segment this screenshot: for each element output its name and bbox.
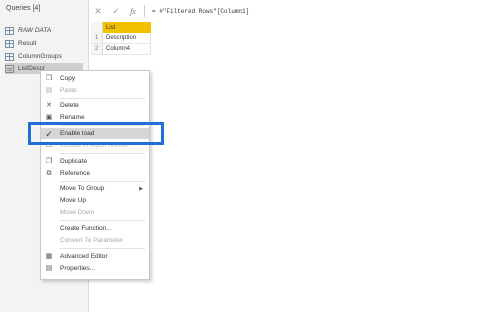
menu-label: Duplicate [60, 158, 88, 165]
menu-item-duplicate[interactable]: ❐ Duplicate [41, 156, 149, 167]
menu-separator [60, 181, 145, 182]
query-label: Result [18, 40, 37, 47]
menu-separator [60, 153, 145, 154]
check-icon[interactable]: ✓ [107, 6, 125, 17]
menu-label: Move To Group [60, 185, 105, 192]
table-icon [5, 26, 14, 35]
fx-icon[interactable]: fx [125, 7, 141, 16]
copy-icon: ❐ [45, 74, 53, 82]
delete-icon: ✕ [46, 101, 52, 109]
menu-label: Convert To Parameter [60, 237, 124, 244]
menu-label: Copy [60, 75, 76, 82]
chevron-right-icon: ▶ [139, 185, 143, 192]
query-item-raw-data[interactable]: RAW DATA [5, 25, 83, 36]
data-grid: List 1 Description 2 Column4 [91, 22, 151, 55]
table-row: 2 Column4 [91, 44, 151, 55]
formula-bar: ✕ ✓ fx = #"Filtered Rows"[Column1] [89, 4, 489, 18]
paste-icon: ▤ [45, 86, 53, 94]
menu-item-copy[interactable]: ❐ Copy [41, 73, 149, 84]
menu-item-delete[interactable]: ✕ Delete [41, 100, 149, 111]
formula-input[interactable]: = #"Filtered Rows"[Column1] [152, 8, 249, 15]
menu-label: Delete [60, 102, 79, 109]
query-label: RAW DATA [18, 27, 52, 34]
menu-item-move-up[interactable]: Move Up [41, 195, 149, 206]
rename-icon: ▣ [45, 113, 53, 121]
menu-label: Move Down [60, 209, 95, 216]
row-number: 1 [91, 33, 103, 44]
table-cell[interactable]: Description [103, 33, 151, 44]
advanced-editor-icon: ▦ [45, 252, 53, 260]
menu-separator [60, 248, 145, 249]
menu-item-convert-to-parameter[interactable]: Convert To Parameter [41, 235, 149, 246]
formula-divider [144, 5, 145, 17]
menu-item-move-to-group[interactable]: Move To Group ▶ [41, 183, 149, 194]
grid-header-row: List [91, 22, 151, 33]
column-header[interactable]: List [103, 22, 151, 33]
menu-item-reference[interactable]: ⧉ Reference [41, 168, 149, 179]
menu-item-properties[interactable]: ▤ Properties... [41, 263, 149, 274]
menu-label: Advanced Editor [60, 253, 108, 260]
query-item-columngroups[interactable]: ColumnGroups [5, 51, 83, 62]
table-icon [5, 52, 14, 61]
table-icon [5, 39, 14, 48]
menu-item-create-function[interactable]: Create Function... [41, 223, 149, 234]
menu-label: Rename [60, 114, 85, 121]
table-row: 1 Description [91, 33, 151, 44]
menu-item-advanced-editor[interactable]: ▦ Advanced Editor [41, 251, 149, 262]
grid-corner[interactable] [91, 22, 103, 33]
menu-label: Properties... [60, 265, 96, 272]
queries-header[interactable]: Queries [4] [6, 5, 40, 12]
menu-label: Paste [60, 87, 77, 94]
menu-item-paste[interactable]: ▤ Paste [41, 85, 149, 96]
menu-label: Create Function... [60, 225, 112, 232]
query-label: ColumnGroups [18, 53, 62, 60]
annotation-highlight-box [28, 122, 164, 145]
duplicate-icon: ❐ [45, 157, 53, 165]
menu-label: Reference [60, 170, 90, 177]
menu-separator [60, 220, 145, 221]
menu-separator [60, 98, 145, 99]
menu-label: Move Up [60, 197, 87, 204]
cancel-icon[interactable]: ✕ [89, 6, 107, 17]
table-cell[interactable]: Column4 [103, 44, 151, 55]
context-menu: ❐ Copy ▤ Paste ✕ Delete ▣ Rename ✓ Enabl… [40, 70, 150, 280]
properties-icon: ▤ [45, 264, 53, 272]
row-number: 2 [91, 44, 103, 55]
reference-icon: ⧉ [46, 169, 52, 177]
query-item-result[interactable]: Result [5, 38, 83, 49]
list-icon [5, 64, 14, 73]
menu-item-move-down[interactable]: Move Down [41, 207, 149, 218]
